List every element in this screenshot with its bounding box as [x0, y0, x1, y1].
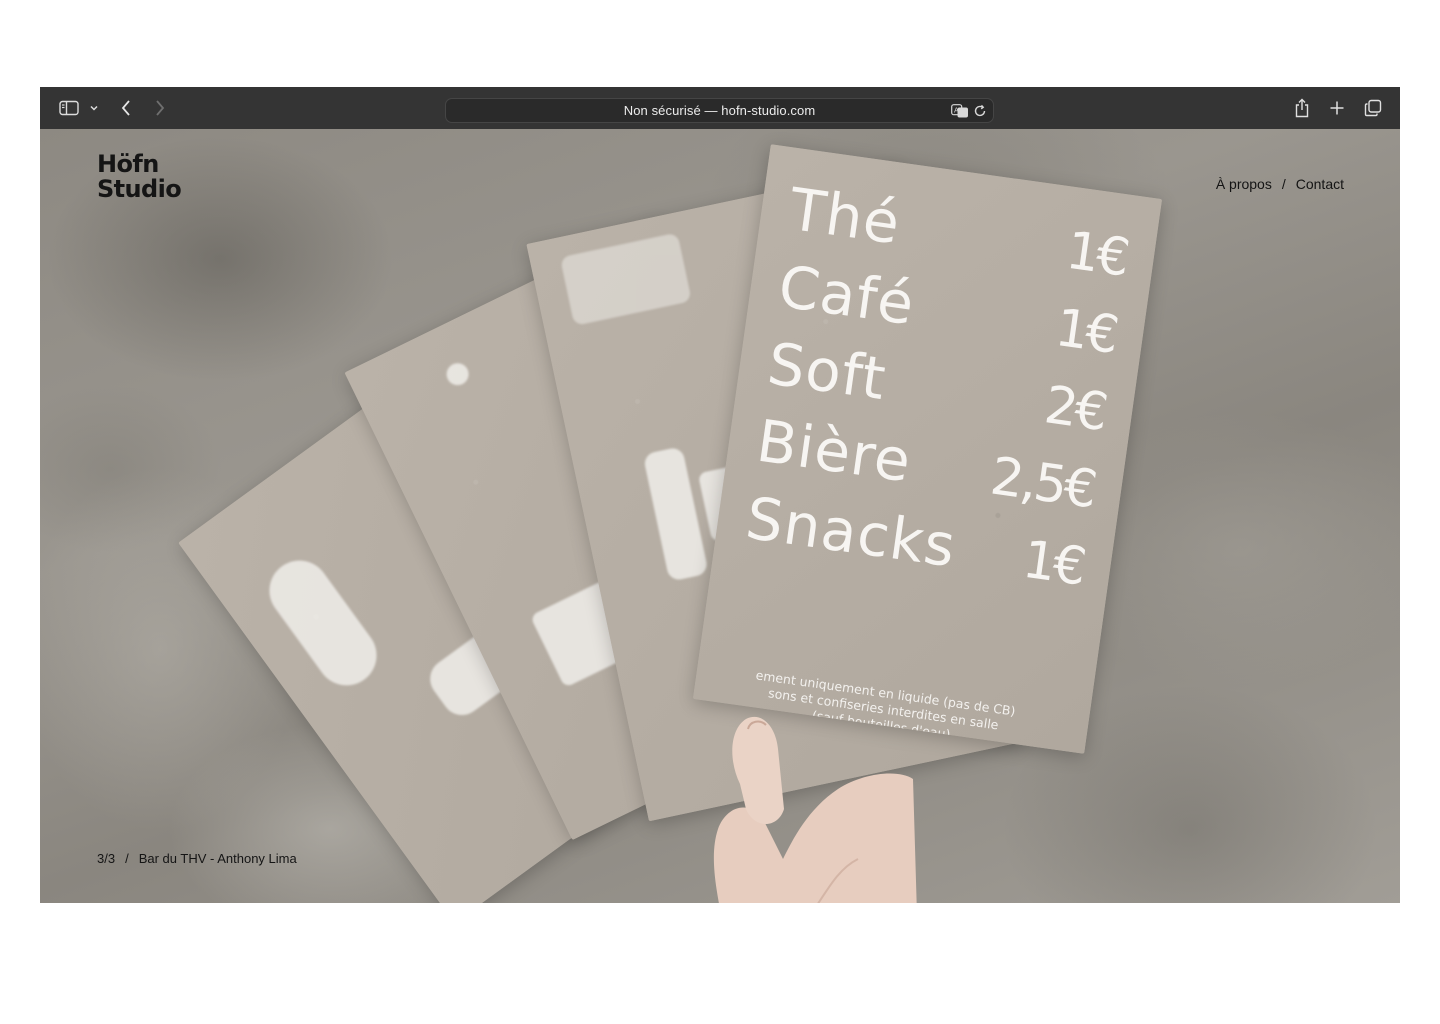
address-text: Non sécurisé — hofn-studio.com	[623, 103, 816, 118]
chevron-down-icon[interactable]	[88, 98, 100, 118]
site-logo[interactable]: Höfn Studio	[97, 150, 182, 203]
forward-icon[interactable]	[152, 98, 168, 118]
logo-line-1: Höfn	[97, 150, 159, 178]
browser-window: Non sécurisé — hofn-studio.com A Höfn St…	[40, 87, 1400, 903]
address-bar[interactable]: Non sécurisé — hofn-studio.com A	[445, 98, 994, 123]
menu-item: Thé	[785, 174, 905, 258]
menu-card-front: Thé 1€ Café 1€ Soft 2€ Bière 2,5€ Snacks…	[692, 144, 1163, 754]
top-nav: À propos / Contact	[1216, 176, 1344, 192]
logo-line-2: Studio	[97, 175, 182, 203]
menu-price: 1€	[1019, 529, 1088, 598]
menu-price-list: Thé 1€ Café 1€ Soft 2€ Bière 2,5€ Snacks…	[741, 174, 1132, 608]
slide-caption: 3/3 / Bar du THV - Anthony Lima	[97, 851, 297, 866]
menu-price: 1€	[1062, 220, 1131, 289]
nav-separator: /	[1281, 176, 1286, 192]
caption-separator: /	[125, 851, 129, 866]
slide-counter: 3/3	[97, 851, 116, 866]
hand-illustration	[713, 716, 917, 903]
svg-text:A: A	[954, 107, 959, 115]
translate-icon[interactable]: A	[951, 104, 969, 121]
page-content: Höfn Studio À propos / Contact Thé 1€ Ca…	[40, 129, 1400, 903]
new-tab-icon[interactable]	[1329, 98, 1345, 118]
browser-toolbar: Non sécurisé — hofn-studio.com A	[40, 87, 1400, 129]
project-photo[interactable]: Thé 1€ Café 1€ Soft 2€ Bière 2,5€ Snacks…	[40, 129, 1400, 903]
project-title: Bar du THV - Anthony Lima	[138, 851, 297, 866]
menu-price: 2,5€	[986, 446, 1099, 521]
menu-price: 1€	[1051, 297, 1120, 366]
menu-item: Soft	[763, 329, 891, 414]
sidebar-icon[interactable]	[58, 98, 80, 118]
reload-icon[interactable]	[973, 104, 987, 121]
menu-price: 2€	[1040, 375, 1109, 444]
nav-about-link[interactable]: À propos	[1216, 176, 1272, 192]
share-icon[interactable]	[1294, 98, 1310, 118]
back-icon[interactable]	[118, 98, 134, 118]
tabs-overview-icon[interactable]	[1363, 98, 1383, 118]
nav-contact-link[interactable]: Contact	[1296, 176, 1344, 192]
